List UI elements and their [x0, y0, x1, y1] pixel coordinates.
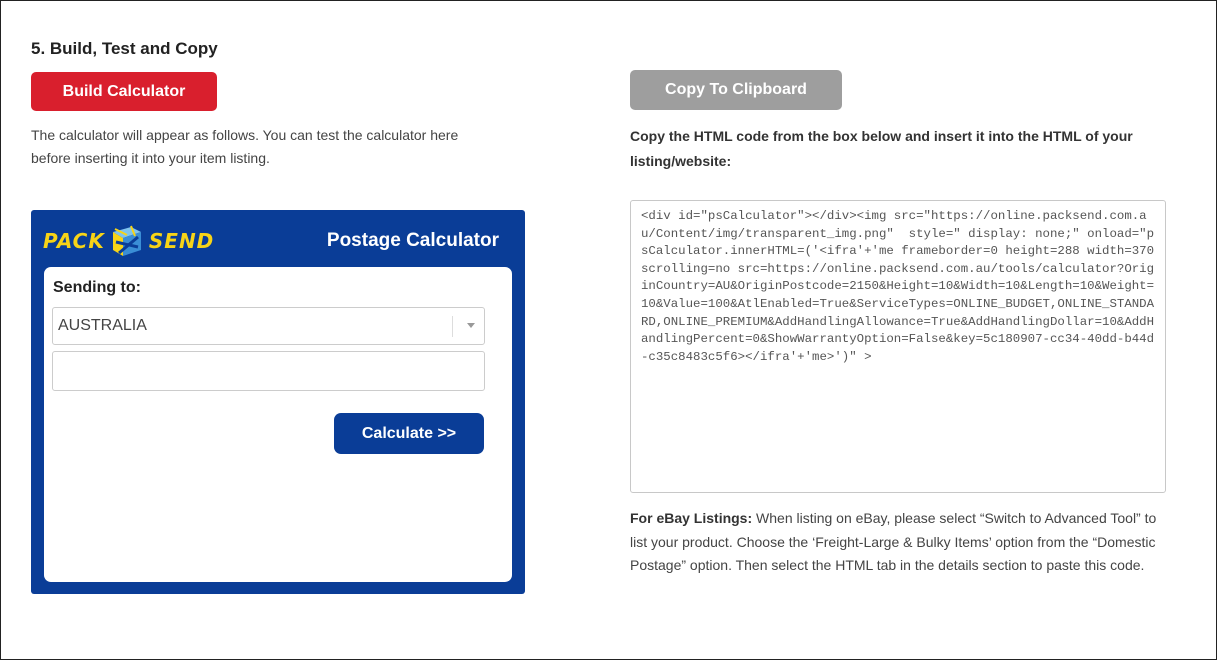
widget-title: Postage Calculator	[326, 230, 499, 251]
country-select-value: AUSTRALIA	[58, 317, 147, 334]
chevron-down-icon[interactable]	[467, 323, 475, 328]
embed-code-textarea[interactable]: <div id="psCalculator"></div><img src="h…	[630, 200, 1166, 493]
section-title: 5. Build, Test and Copy	[31, 39, 218, 58]
page-frame: 5. Build, Test and Copy Build Calculator…	[0, 0, 1217, 660]
calculator-widget: PACK SEND Postage Calculator Sending to:…	[31, 210, 525, 594]
packsend-logo: PACK SEND	[43, 224, 214, 258]
calculate-button[interactable]: Calculate >>	[334, 413, 484, 454]
copy-to-clipboard-button[interactable]: Copy To Clipboard	[630, 70, 842, 110]
logo-text-right: SEND	[148, 229, 215, 253]
ebay-instructions: For eBay Listings: When listing on eBay,…	[630, 507, 1176, 578]
country-select[interactable]: AUSTRALIA	[52, 307, 485, 345]
logo-text-left: PACK	[43, 229, 105, 253]
intro-text: The calculator will appear as follows. Y…	[31, 127, 459, 166]
logo-box-icon	[112, 225, 141, 256]
select-divider	[452, 316, 453, 337]
sending-to-label: Sending to:	[53, 279, 141, 296]
build-calculator-button[interactable]: Build Calculator	[31, 72, 217, 111]
ebay-label: For eBay Listings:	[630, 510, 753, 526]
postcode-input[interactable]	[52, 351, 485, 391]
copy-instructions: Copy the HTML code from the box below an…	[630, 128, 1133, 169]
widget-form: Sending to: AUSTRALIA Calculate >>	[44, 267, 512, 582]
